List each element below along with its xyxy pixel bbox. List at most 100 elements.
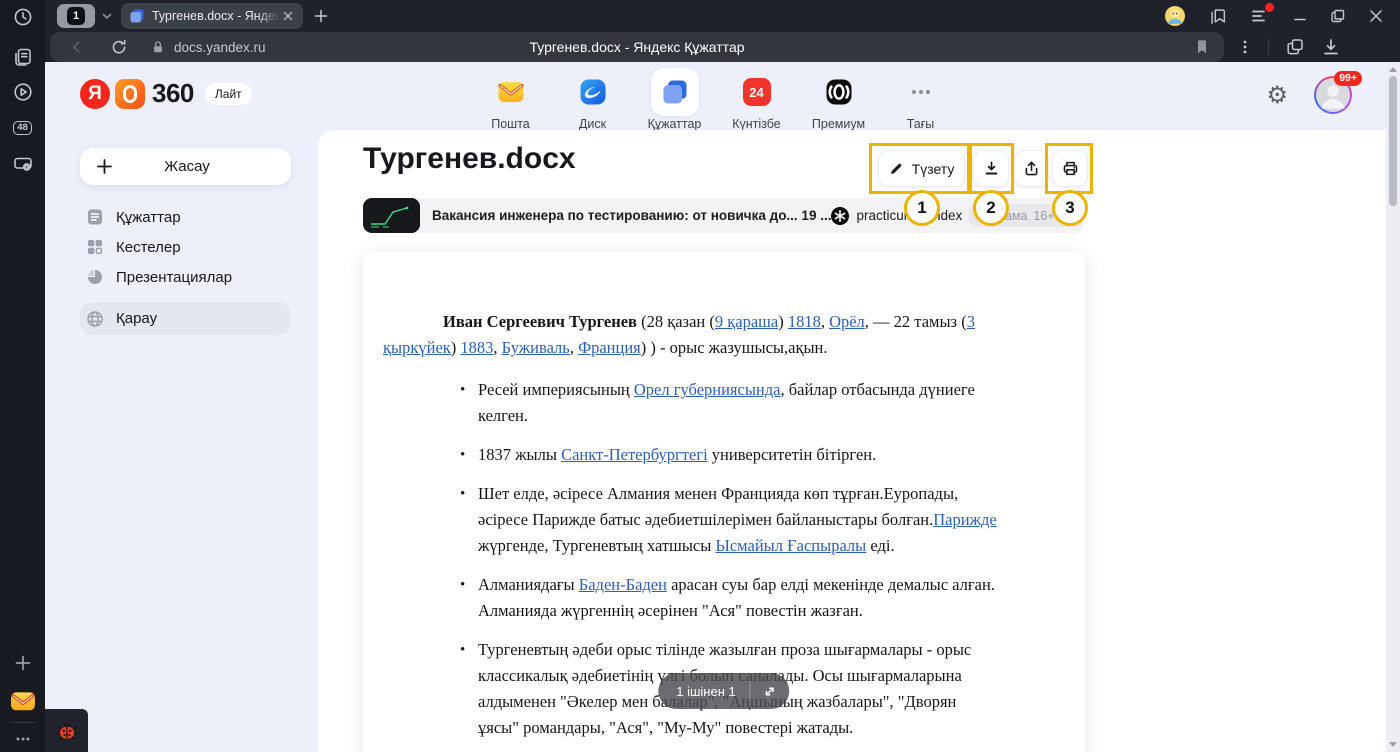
doc-link[interactable]: Орел губерниясында bbox=[634, 380, 781, 399]
doc-link[interactable]: Баден-Баден bbox=[579, 575, 667, 594]
doc-link[interactable]: Санкт-Петербургтегі bbox=[561, 445, 708, 464]
settings-gear-icon[interactable]: ⚙ bbox=[1266, 83, 1288, 107]
download-button[interactable] bbox=[973, 150, 1009, 187]
scroll-up-arrow[interactable] bbox=[1389, 67, 1397, 72]
browser-tab-bar: 1 Тургенев.docx - Яндек bbox=[45, 0, 1400, 32]
doc-text: , bbox=[570, 338, 578, 357]
fullscreen-expand-icon[interactable] bbox=[755, 676, 785, 706]
doc-text: Алманиядағы bbox=[478, 575, 579, 594]
share-icon bbox=[1023, 160, 1040, 177]
doc-link[interactable]: Буживаль bbox=[502, 338, 570, 357]
scrollbar-thumb[interactable] bbox=[1389, 76, 1397, 206]
doc-text: еді. bbox=[866, 536, 894, 555]
app-label: Премиум bbox=[812, 117, 865, 131]
app-disk[interactable]: Диск bbox=[560, 68, 626, 131]
minimize-icon[interactable] bbox=[1292, 8, 1308, 24]
360-logo-icon bbox=[115, 79, 145, 109]
doc-text: , — 22 тамыз ( bbox=[865, 312, 967, 331]
sidebar-item-label: Қарау bbox=[116, 310, 157, 327]
yandex360-logo[interactable]: Я 360 Лайт bbox=[80, 78, 252, 109]
collections-icon[interactable] bbox=[1285, 37, 1305, 57]
screencast-icon[interactable] bbox=[12, 153, 34, 175]
doc-link[interactable]: 9 қараша bbox=[715, 312, 778, 331]
app-more[interactable]: Тағы bbox=[888, 68, 954, 131]
address-bar-actions bbox=[1238, 37, 1355, 57]
rail-more-icon[interactable] bbox=[12, 728, 34, 750]
user-avatar[interactable]: 99+ bbox=[1314, 76, 1352, 114]
docs-app-icon bbox=[651, 68, 699, 116]
presentations-icon bbox=[86, 268, 104, 286]
yandex-mail-icon[interactable] bbox=[10, 688, 36, 714]
history-icon[interactable] bbox=[12, 6, 34, 28]
more-app-icon bbox=[897, 68, 945, 116]
app-label: Күнтізбе bbox=[732, 117, 781, 131]
play-media-icon[interactable] bbox=[12, 81, 34, 103]
yandex-logo-icon: Я bbox=[80, 79, 110, 109]
doc-text: , bbox=[821, 312, 829, 331]
doc-link[interactable]: 1883 bbox=[460, 338, 493, 357]
doc-link[interactable]: 1818 bbox=[788, 312, 821, 331]
plus-icon bbox=[96, 158, 113, 175]
app-calendar[interactable]: 24Күнтізбе bbox=[724, 68, 790, 131]
profile-avatar-icon[interactable] bbox=[1164, 5, 1186, 27]
back-icon[interactable] bbox=[68, 38, 86, 56]
restore-window-icon[interactable] bbox=[1330, 8, 1346, 24]
notification-count-badge: 99+ bbox=[1334, 71, 1362, 86]
app-label: Тағы bbox=[907, 117, 935, 131]
app-premium[interactable]: Премиум bbox=[806, 68, 872, 131]
docs-favicon bbox=[129, 8, 145, 24]
app-mail[interactable]: Пошта bbox=[478, 68, 544, 131]
rail-add-icon[interactable] bbox=[12, 652, 34, 674]
doc-bullet-item: Ресей империясының Орел губерниясында, б… bbox=[383, 377, 1000, 429]
doc-link[interactable]: Ысмайыл Ғаспыралы bbox=[715, 536, 866, 555]
tab-group-chevron-icon[interactable] bbox=[101, 10, 113, 22]
create-button[interactable]: Жасау bbox=[80, 148, 291, 185]
sidebar-item-globe[interactable]: Қарау bbox=[80, 302, 291, 335]
shared-tabs-icon[interactable] bbox=[12, 46, 34, 68]
scroll-down-arrow[interactable] bbox=[1389, 742, 1397, 747]
doc-text: , bbox=[493, 338, 501, 357]
downloads-icon[interactable] bbox=[1321, 37, 1341, 57]
webpage: Я 360 Лайт Пошта Диск Құжаттар 24Күнтізбе Пр… bbox=[45, 62, 1400, 752]
page-scrollbar[interactable] bbox=[1386, 62, 1400, 752]
reload-icon[interactable] bbox=[110, 38, 128, 56]
sidebar-item-presentations[interactable]: Презентациялар bbox=[80, 262, 291, 292]
bookmarks-panel-icon[interactable] bbox=[1208, 6, 1228, 26]
bookmark-ribbon-icon[interactable] bbox=[1194, 38, 1210, 56]
ad-thumbnail bbox=[363, 198, 420, 233]
calendar-app-icon: 24 bbox=[733, 68, 781, 116]
url-field[interactable]: docs.yandex.ru Тургенев.docx - Яндекс Құ… bbox=[50, 32, 1224, 62]
page-indicator-pill: 1 ішінен 1 bbox=[658, 673, 789, 709]
tab-group-button[interactable]: 1 bbox=[57, 4, 95, 28]
download-icon bbox=[983, 160, 1000, 177]
doc-link[interactable]: Парижде bbox=[933, 510, 996, 529]
tab-close-icon[interactable] bbox=[282, 10, 294, 22]
print-button[interactable] bbox=[1052, 150, 1088, 187]
tables-icon bbox=[86, 238, 104, 256]
browser-menu-icon[interactable] bbox=[1250, 6, 1270, 26]
new-tab-icon[interactable] bbox=[313, 8, 329, 24]
more-options-icon[interactable] bbox=[1238, 39, 1252, 55]
close-window-icon[interactable] bbox=[1368, 8, 1384, 24]
ladybug-overlay[interactable] bbox=[45, 709, 88, 752]
header-right: ⚙ 99+ bbox=[1266, 76, 1352, 114]
ladybug-icon bbox=[54, 718, 80, 744]
extension-48-badge[interactable]: 48 bbox=[12, 117, 34, 139]
active-tab[interactable]: Тургенев.docx - Яндек bbox=[121, 3, 303, 29]
divider bbox=[1268, 39, 1269, 55]
sidebar-item-documents[interactable]: Құжаттар bbox=[80, 202, 291, 232]
share-button[interactable] bbox=[1014, 150, 1049, 187]
doc-bullet-item: Шет елде, әсіресе Алмания менен Францияд… bbox=[383, 481, 1000, 559]
doc-link[interactable]: Орёл bbox=[829, 312, 865, 331]
app-docs[interactable]: Құжаттар bbox=[642, 68, 708, 131]
apps-row: Пошта Диск Құжаттар 24Күнтізбе Премиум Тағы bbox=[478, 68, 954, 131]
doc-text: жүргенде, Тургеневтың хатшысы bbox=[478, 536, 715, 555]
notification-dot bbox=[1265, 3, 1274, 12]
brand-360-text: 360 bbox=[152, 78, 194, 109]
divider bbox=[750, 681, 751, 701]
rail-divider bbox=[10, 722, 35, 723]
lock-icon[interactable] bbox=[150, 39, 166, 55]
sidebar-item-tables[interactable]: Кестелер bbox=[80, 232, 291, 262]
doc-link[interactable]: Франция bbox=[578, 338, 641, 357]
edit-button[interactable]: Түзету bbox=[878, 150, 965, 187]
